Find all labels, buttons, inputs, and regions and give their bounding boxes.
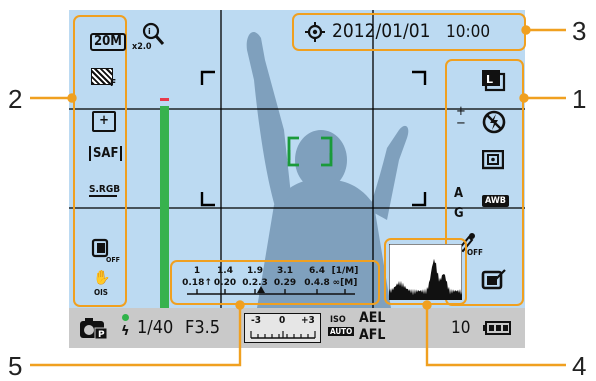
date-label: 2012/01/01 [332,20,431,42]
ev-zero-label: 0 [279,315,286,326]
iso-label: ISO [330,315,346,325]
af-distance-feet-label: 3.1 [277,266,293,276]
flash-exposure-label: + − [456,104,466,131]
photo-size-icon: 20M [90,33,126,51]
drive-mode-icon [91,238,109,258]
color-space-icon: S.RGB [89,184,121,197]
smart-filter-icon [481,269,506,290]
svg-text:L: L [486,73,493,86]
shutter-speed: 1/40 [137,317,174,338]
svg-text:P: P [98,330,105,340]
callout-4: 4 [572,351,587,381]
ev-icon: + [92,111,116,132]
ev-scale-ticks [250,331,316,339]
battery-icon [483,321,511,335]
afl-label: AFL [359,327,386,343]
callout-1: 1 [572,84,587,114]
af-distance-feet-label: [1/M] [332,266,359,276]
ev-meter: -3 0 +3 [244,313,321,343]
ag-g-label: G [454,206,464,221]
af-mode-icon: SAF [89,146,123,161]
af-distance-scale: 1 1.4 1.9 3.1 6.4 [1/M] 0.18↑ 0.20 0.2.3 0.29 0.4… [182,266,359,295]
af-distance-feet-label: 1.4 [217,266,233,276]
flash-ready-indicator [122,314,129,321]
callout-5: 5 [8,351,23,381]
ois-hand-icon: ✋ [93,270,111,286]
picture-wizard-off-label: OFF [467,248,483,257]
af-distance-meter-label: ∞[M] [333,278,358,288]
gps-target-icon [305,22,325,42]
ev-max-label: +3 [301,315,315,326]
af-distance-feet-label: 1.9 [247,266,263,276]
af-distance-meter-label: 0.4.8 [304,278,330,288]
zoom-magnifier-icon: i [142,22,165,45]
camera-mode-icon: P [80,318,108,340]
af-distance-meter-label: 0.29 [274,278,296,288]
af-distance-meter-label: 0.18↑ [182,278,212,288]
ois-icon: OIS [94,288,108,297]
flash-off-icon [482,110,506,134]
time-label: 10:00 [446,22,491,42]
awb-icon: AWB [482,195,509,207]
histogram [389,244,462,300]
aperture: F3.5 [185,317,221,338]
drive-continuous-icon: L [482,70,506,92]
af-distance-feet-label: 1 [194,266,200,276]
ev-min-label: -3 [251,315,261,326]
af-distance-meter-label: 0.2.3 [242,278,268,288]
af-distance-feet-label: 6.4 [309,266,325,276]
drive-off-label: OFF [106,256,120,264]
shots-remaining: 10 [451,318,471,338]
svg-text:i: i [148,27,151,36]
ael-label: AEL [359,310,386,326]
metering-icon [482,150,504,170]
flash-icon: ϟ [121,324,130,339]
ag-a-label: A [454,186,464,201]
callout-2: 2 [8,84,23,114]
status-bar: P ϟ 1/40 F3.5 -3 0 +3 ISO AUTO AEL AFL 1… [69,308,525,348]
af-distance-meter-label: 0.20 [214,278,236,288]
callout-3: 3 [572,16,587,46]
iso-value: AUTO [328,327,355,336]
quality-fine-label: F [110,78,117,89]
